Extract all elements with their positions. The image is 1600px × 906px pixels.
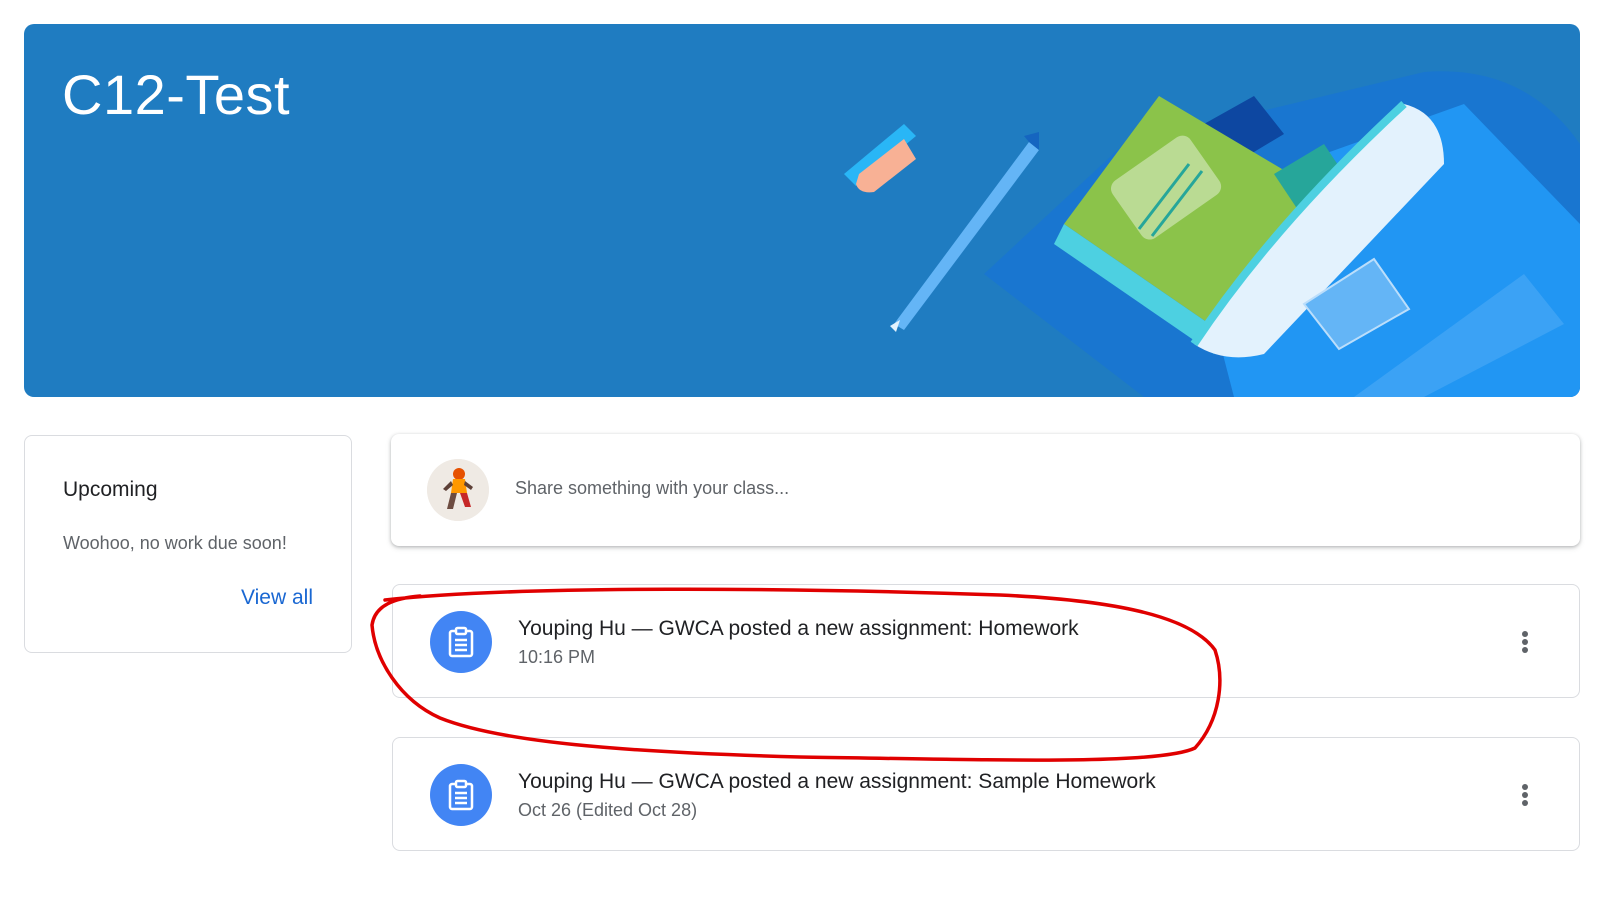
assignment-icon (430, 611, 492, 673)
post-title: Youping Hu — GWCA posted a new assignmen… (518, 770, 1156, 793)
post-title: Youping Hu — GWCA posted a new assignmen… (518, 617, 1079, 640)
share-box[interactable]: Share something with your class... (391, 434, 1580, 546)
stream-post[interactable]: Youping Hu — GWCA posted a new assignmen… (392, 737, 1580, 851)
upcoming-message: Woohoo, no work due soon! (63, 533, 287, 553)
share-input-placeholder[interactable]: Share something with your class... (515, 478, 789, 499)
post-timestamp: Oct 26 (Edited Oct 28) (518, 800, 698, 820)
upcoming-title: Upcoming (63, 478, 158, 501)
post-timestamp: 10:16 PM (518, 647, 596, 667)
classroom-stream-page: C12-Test Upcoming Woohoo, no work due so… (0, 0, 1600, 906)
assignment-icon (430, 764, 492, 826)
avatar (427, 459, 489, 521)
avatar-image (427, 459, 489, 521)
view-all-link[interactable]: View all (241, 586, 313, 610)
class-banner: C12-Test (24, 24, 1580, 397)
stream-post[interactable]: Youping Hu — GWCA posted a new assignmen… (392, 584, 1580, 698)
more-options-icon[interactable] (1505, 775, 1545, 815)
class-title: C12-Test (62, 63, 291, 126)
upcoming-card: Upcoming Woohoo, no work due soon! View … (24, 435, 352, 653)
more-options-icon[interactable] (1505, 622, 1545, 662)
